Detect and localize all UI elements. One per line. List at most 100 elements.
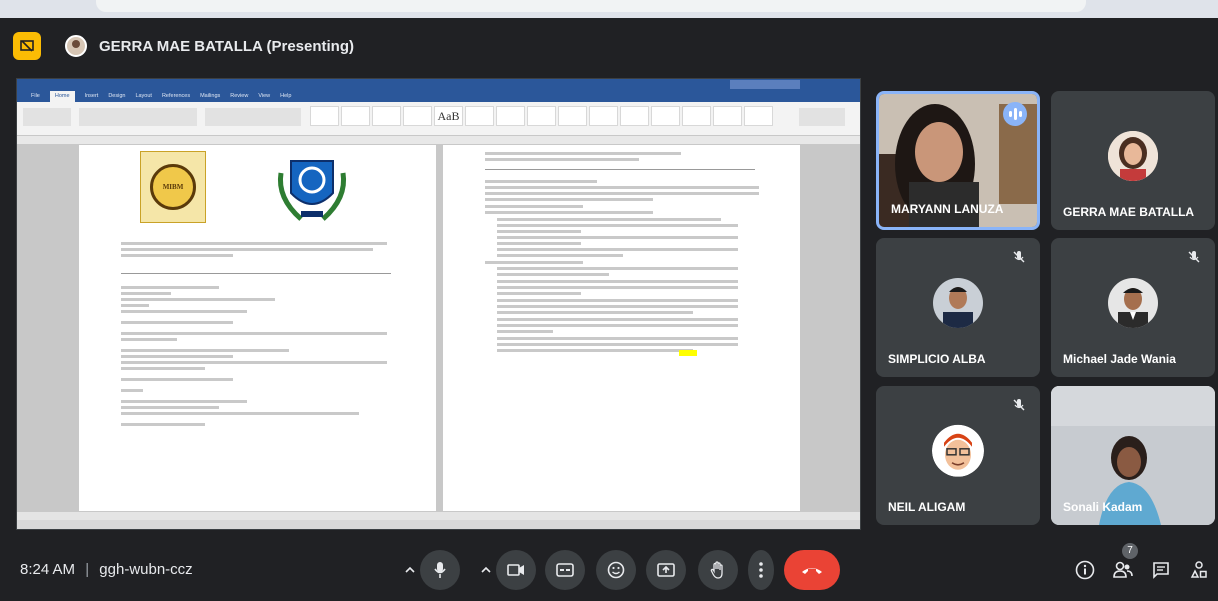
right-page-body [485,149,765,164]
participant-tile-michael[interactable]: Michael Jade Wania [1051,238,1215,377]
document-page-right [443,145,800,520]
camera-button[interactable] [496,550,536,590]
ribbon-tab-help[interactable]: Help [280,91,291,102]
paragraph-group [205,108,301,126]
ribbon-tab-review[interactable]: Review [230,91,248,102]
people-icon [1113,561,1133,578]
word-title-bar [17,79,860,91]
ruler [17,136,860,145]
style-subtle-reference[interactable] [682,106,711,126]
address-bar [96,0,1086,12]
ribbon-tab-home[interactable]: Home [49,91,75,102]
screen-share-icon [20,40,34,52]
avatar [933,277,983,328]
chevron-up-icon [405,566,415,573]
activities-button[interactable] [1187,558,1211,582]
style-heading-1[interactable] [372,106,401,126]
document-area: MIBM [17,145,860,520]
presenter-avatar [65,35,87,57]
person-avatar-icon [933,277,983,328]
audio-options-button[interactable] [398,550,422,590]
emoji-icon [607,561,625,579]
ribbon-toolbar: AaB [17,102,860,136]
activities-shapes-icon [1190,561,1207,578]
styles-gallery: AaB [310,106,773,126]
people-count-badge: 7 [1122,543,1138,559]
person-avatar-icon [1108,277,1158,328]
presenter-bar: GERRA MAE BATALLA (Presenting) [0,28,600,64]
chat-icon [1153,562,1169,579]
style-book-title[interactable] [744,106,773,126]
captions-button[interactable] [545,550,585,590]
ribbon-tab-file[interactable]: File [31,91,40,102]
participant-tile-neil[interactable]: NEIL ALIGAM [876,386,1040,525]
page-rule-right [485,169,755,170]
chevron-up-icon [481,566,491,573]
mic-off-icon [1188,251,1200,263]
mibm-logo: MIBM [140,151,206,223]
stop-presenting-button[interactable] [13,32,41,60]
closed-captions-icon [556,563,574,577]
ccc-logo [277,160,347,221]
microphone-button[interactable] [420,550,460,590]
microphone-icon [434,562,446,578]
mic-off-icon [1013,251,1025,263]
ribbon-tabs: File Home Insert Design Layout Reference… [17,91,860,102]
account-area [730,80,800,89]
style-normal[interactable] [310,106,339,126]
meeting-time: 8:24 AM [20,561,76,578]
ribbon-tab-design[interactable]: Design [108,91,125,102]
participant-tile-maryann[interactable]: MARYANN LANUZA [876,91,1040,230]
presenter-name: GERRA MAE BATALLA (Presenting) [99,37,354,55]
meeting-details-button[interactable] [1073,558,1097,582]
style-intense-reference[interactable] [713,106,742,126]
avatar [1108,277,1158,328]
style-quote[interactable] [620,106,649,126]
style-intense-emphasis[interactable] [558,106,587,126]
style-intense-quote[interactable] [651,106,680,126]
person-avatar-icon [1108,130,1158,181]
ribbon-tab-layout[interactable]: Layout [135,91,152,102]
people-button[interactable] [1111,558,1135,582]
style-title[interactable]: AaB [434,106,463,126]
video-camera-icon [507,564,524,576]
style-subtitle[interactable] [465,106,494,126]
present-screen-button[interactable] [646,550,686,590]
separator: | [85,561,90,578]
style-no-spacing[interactable] [341,106,370,126]
right-page-articles [485,177,765,355]
participant-tile-simplicio[interactable]: SIMPLICIO ALBA [876,238,1040,377]
mic-off-icon [1013,399,1025,411]
ribbon-tab-references[interactable]: References [162,91,190,102]
info-icon [1075,560,1095,580]
mibm-seal-icon: MIBM [150,164,196,210]
style-heading-2[interactable] [403,106,432,126]
highlighted-text [679,350,697,356]
page-rule [121,273,391,274]
video-options-button[interactable] [474,550,498,590]
chat-button[interactable] [1149,558,1173,582]
raise-hand-button[interactable] [698,550,738,590]
style-strong[interactable] [589,106,618,126]
hand-icon [710,561,723,579]
ribbon-tab-mailings[interactable]: Mailings [200,91,220,102]
participant-name: SIMPLICIO ALBA [888,352,986,366]
present-screen-icon [657,563,675,577]
participant-tile-gerra[interactable]: GERRA MAE BATALLA [1051,91,1215,230]
leave-call-button[interactable] [784,550,840,590]
avatar [932,424,984,477]
font-group [79,108,197,126]
participant-name: NEIL ALIGAM [888,500,966,514]
phone-hangup-icon [802,568,822,574]
left-page-text [121,239,401,260]
ribbon-tab-view[interactable]: View [258,91,270,102]
participant-name: Sonali Kadam [1063,500,1143,514]
style-subtle-emphasis[interactable] [496,106,525,126]
meeting-code: ggh-wubn-ccz [99,561,193,578]
reactions-button[interactable] [596,550,636,590]
speaking-indicator-icon [1003,102,1027,126]
participant-tile-sonali[interactable]: Sonali Kadam [1051,386,1215,525]
more-options-button[interactable] [748,550,774,590]
style-emphasis[interactable] [527,106,556,126]
ribbon-tab-insert[interactable]: Insert [85,91,99,102]
